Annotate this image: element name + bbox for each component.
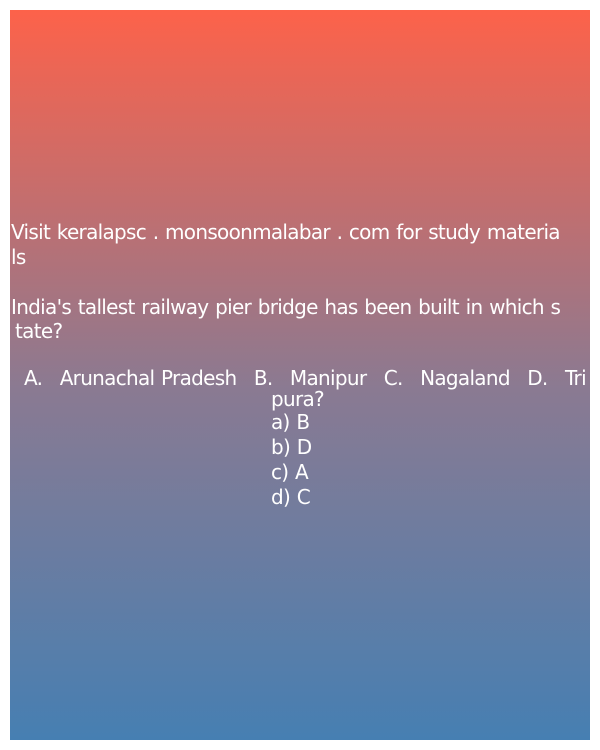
answer-choice: a) B [271,410,310,434]
source-text-line-2: ls [11,245,26,269]
option-d-text: Tri [564,366,587,390]
source-text-line-1: Visit keralapsc . monsoonmalabar . com f… [11,220,561,244]
option-d-continuation: pura? [271,387,325,411]
option-c-text: Nagaland [420,366,510,390]
answer-choice: d) C [271,485,311,509]
options-line: A. Arunachal Pradesh B. Manipur C. Nagal… [24,366,587,390]
option-a-letter: A. [24,366,43,390]
quiz-card: Visit keralapsc . monsoonmalabar . com f… [10,10,590,740]
option-b-text: Manipur [289,366,367,390]
question-text-line-1: India's tallest railway pier bridge has … [11,295,561,319]
option-c-letter: C. [383,366,404,390]
option-b-letter: B. [253,366,273,390]
option-d-letter: D. [527,366,548,390]
question-text-line-2: tate? [15,319,63,343]
option-a-text: Arunachal Pradesh [59,366,237,390]
answer-choices-list: a) B b) D c) A d) C [271,410,312,510]
answer-choice: b) D [271,435,312,459]
answer-choice: c) A [271,460,309,484]
